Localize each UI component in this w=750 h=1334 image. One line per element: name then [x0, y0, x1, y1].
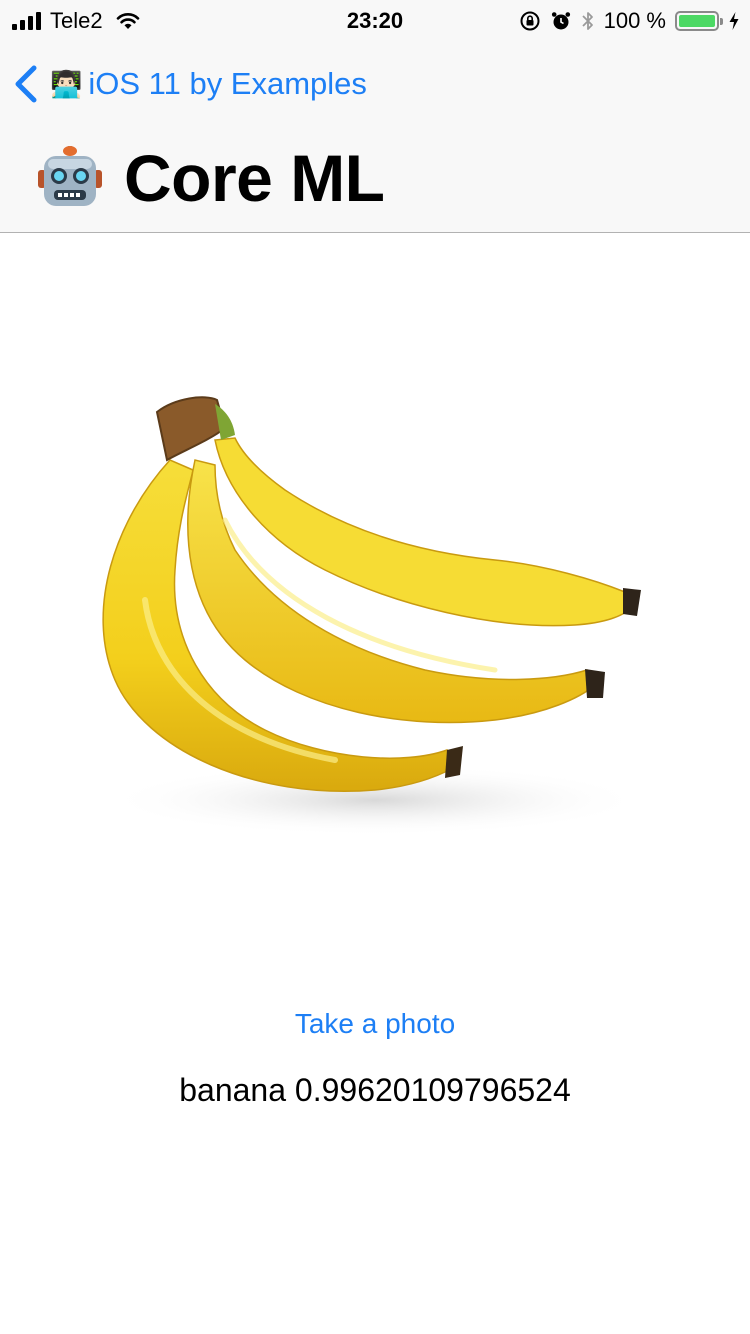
classification-result: banana 0.99620109796524 — [179, 1072, 571, 1108]
banana-stem — [155, 396, 227, 462]
alarm-icon — [551, 12, 570, 30]
chevron-left-icon — [15, 65, 37, 103]
take-photo-button[interactable]: Take a photo — [0, 1008, 750, 1040]
back-button[interactable]: 👨🏻‍💻 iOS 11 by Examples — [12, 58, 367, 110]
status-bar: Tele2 23:20 100 % — [0, 0, 750, 40]
bluetooth-icon — [581, 12, 593, 30]
battery-level — [679, 15, 715, 27]
charging-bolt-icon — [729, 12, 739, 30]
large-title: Core ML — [36, 138, 385, 218]
page-title: Core ML — [124, 141, 385, 215]
status-right: 100 % — [519, 7, 740, 35]
battery-icon — [675, 11, 723, 31]
bananas-photo — [102, 396, 645, 836]
back-button-label: iOS 11 by Examples — [88, 66, 367, 101]
robot-face-icon — [38, 146, 102, 206]
battery-percentage: 100 % — [603, 8, 666, 33]
rotation-lock-icon — [520, 11, 540, 31]
navigation-bar: 👨🏻‍💻 iOS 11 by Examples Core ML — [0, 40, 750, 233]
technologist-icon: 👨🏻‍💻 — [50, 68, 83, 99]
